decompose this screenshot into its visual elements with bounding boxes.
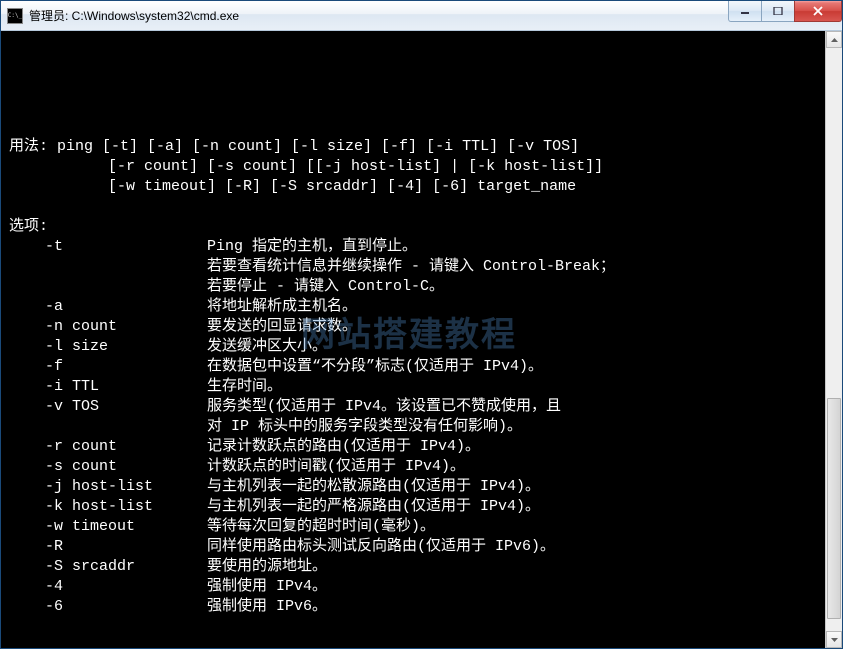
close-button[interactable] (794, 1, 842, 22)
window-controls (729, 1, 842, 30)
scrollbar-track[interactable] (826, 48, 842, 631)
titlebar[interactable]: C:\_ 管理员: C:\Windows\system32\cmd.exe (1, 1, 842, 31)
terminal-content: 用法: ping [-t] [-a] [-n count] [-l size] … (9, 97, 842, 648)
scroll-down-button[interactable] (826, 631, 842, 648)
chevron-up-icon (831, 38, 838, 42)
window-title: 管理员: C:\Windows\system32\cmd.exe (29, 7, 729, 24)
scroll-up-button[interactable] (826, 31, 842, 48)
scrollbar-thumb[interactable] (827, 398, 841, 620)
terminal-area[interactable]: 网站搭建教程 用法: ping [-t] [-a] [-n count] [-l… (1, 31, 842, 648)
vertical-scrollbar[interactable] (825, 31, 842, 648)
maximize-button[interactable] (761, 1, 795, 22)
close-icon (812, 6, 824, 16)
maximize-icon (773, 7, 783, 15)
cmd-window: C:\_ 管理员: C:\Windows\system32\cmd.exe 网站… (0, 0, 843, 649)
cmd-icon: C:\_ (7, 8, 23, 24)
minimize-icon (740, 7, 750, 15)
minimize-button[interactable] (728, 1, 762, 22)
chevron-down-icon (831, 638, 838, 642)
